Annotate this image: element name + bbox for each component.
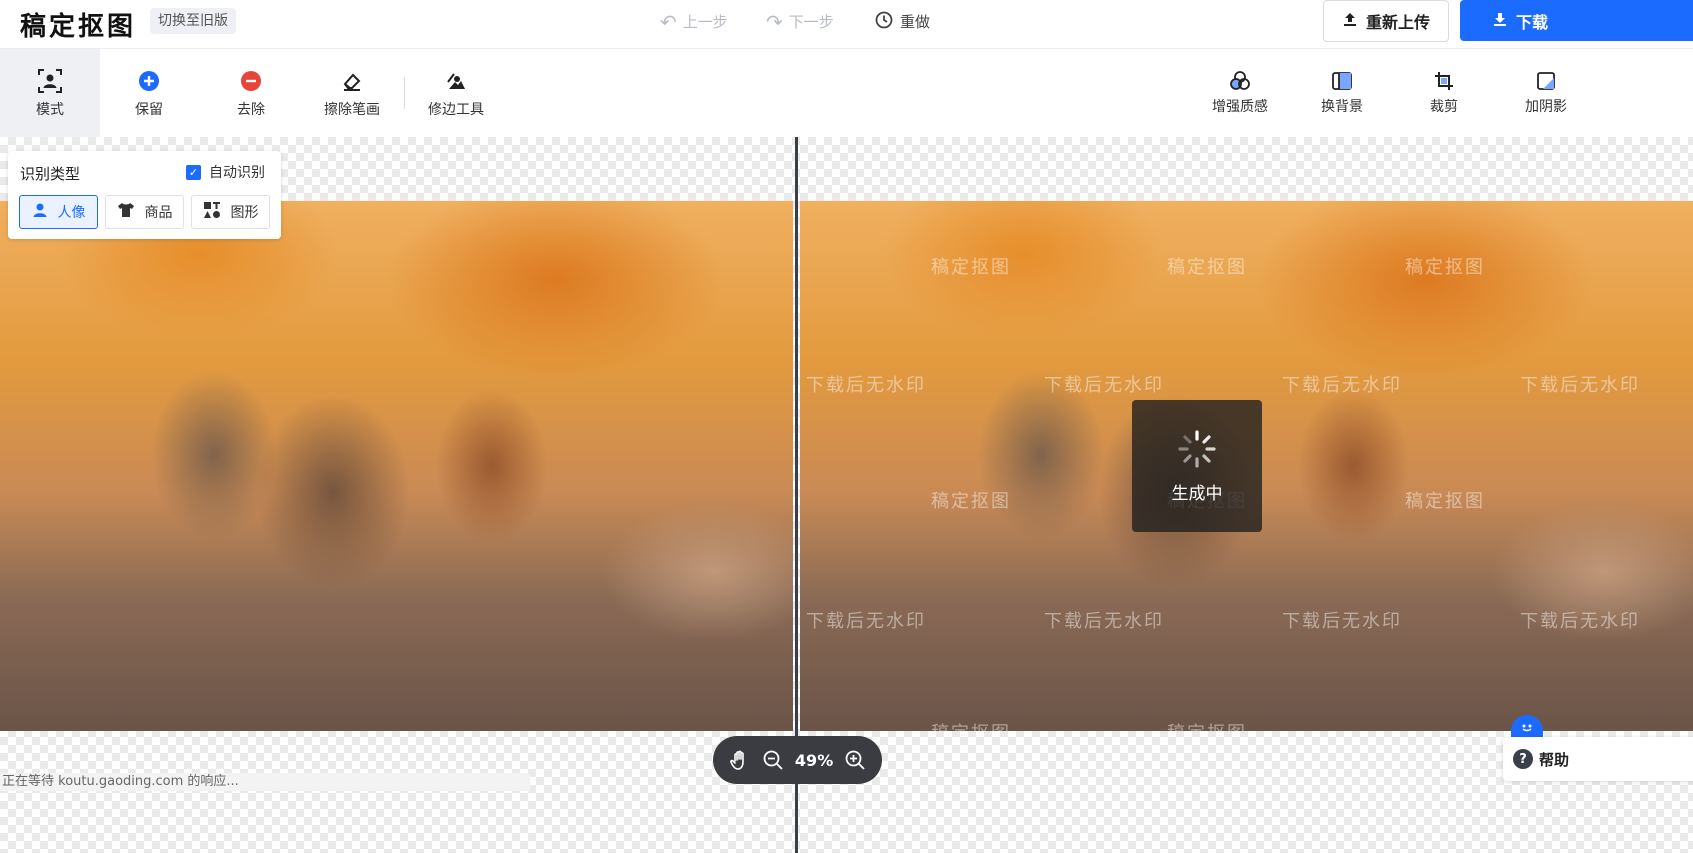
watermark-brand: 稿定抠图 bbox=[1405, 257, 1485, 278]
original-photo bbox=[0, 201, 793, 731]
chat-assistant-icon[interactable] bbox=[1511, 715, 1543, 739]
zoom-in-icon[interactable] bbox=[844, 749, 866, 771]
tool-shadow-label: 加阴影 bbox=[1525, 99, 1567, 115]
eraser-icon bbox=[341, 67, 363, 95]
tool-crop-label: 裁剪 bbox=[1430, 99, 1458, 115]
watermark-note: 下载后无水印 bbox=[1044, 375, 1164, 396]
watermark-note: 下载后无水印 bbox=[806, 375, 926, 396]
tool-enhance[interactable]: 增强质感 bbox=[1195, 49, 1285, 137]
category-graphic[interactable]: 图形 bbox=[191, 195, 270, 229]
watermark-note: 下载后无水印 bbox=[806, 611, 926, 632]
watermark-brand: 稿定抠图 bbox=[931, 719, 1011, 731]
tool-mode-label: 模式 bbox=[36, 102, 64, 118]
brand-logo: 稿定抠图 bbox=[20, 12, 137, 42]
shadow-icon bbox=[1535, 70, 1557, 96]
edge-tool-icon bbox=[445, 67, 467, 95]
editor-canvas[interactable]: 稿定抠图 稿定抠图 稿定抠图 下载后无水印 下载后无水印 下载后无水印 下载后无… bbox=[0, 137, 1693, 853]
watermark-note: 下载后无水印 bbox=[1044, 611, 1164, 632]
top-bar: 稿定抠图 切换至旧版 ↶ 上一步 ↷ 下一步 重做 重新上传 下载 bbox=[0, 0, 1693, 49]
checkmark-icon: ✓ bbox=[186, 164, 201, 180]
next-step-button[interactable]: ↷ 下一步 bbox=[766, 10, 834, 34]
tool-eraser-label: 擦除笔画 bbox=[324, 102, 380, 118]
identify-type-panel: 识别类型 ✓ 自动识别 人像 商品 图形 bbox=[8, 151, 281, 239]
reupload-label: 重新上传 bbox=[1365, 13, 1430, 32]
tool-background-label: 换背景 bbox=[1321, 99, 1363, 115]
undo-label: 上一步 bbox=[682, 13, 728, 31]
redo-button[interactable]: 重做 bbox=[874, 10, 930, 34]
zoom-out-icon[interactable] bbox=[762, 749, 784, 771]
tool-remove-label: 去除 bbox=[237, 102, 265, 118]
minus-circle-icon bbox=[240, 67, 262, 95]
forward-icon: ↷ bbox=[766, 10, 783, 34]
history-icon bbox=[874, 10, 894, 35]
question-icon: ? bbox=[1513, 749, 1533, 769]
tshirt-icon bbox=[117, 202, 135, 222]
generating-overlay: 生成中 bbox=[1132, 400, 1262, 532]
tool-remove[interactable]: 去除 bbox=[201, 49, 301, 137]
auto-identify-label: 自动识别 bbox=[209, 165, 265, 181]
watermark-note: 下载后无水印 bbox=[1282, 611, 1402, 632]
category-product[interactable]: 商品 bbox=[105, 195, 184, 229]
category-graphic-label: 图形 bbox=[230, 205, 259, 221]
switch-old-version-button[interactable]: 切换至旧版 bbox=[150, 8, 236, 34]
watermark-note: 下载后无水印 bbox=[1282, 375, 1402, 396]
toolbar-divider bbox=[404, 77, 405, 109]
generating-label: 生成中 bbox=[1171, 483, 1223, 504]
reupload-button[interactable]: 重新上传 bbox=[1323, 0, 1449, 42]
category-portrait-label: 人像 bbox=[57, 205, 86, 221]
person-icon bbox=[32, 202, 48, 222]
identify-type-title: 识别类型 bbox=[20, 165, 81, 183]
zoom-controls: 49% bbox=[713, 736, 882, 784]
help-label: 帮助 bbox=[1539, 750, 1570, 769]
category-portrait[interactable]: 人像 bbox=[19, 195, 98, 229]
tool-enhance-label: 增强质感 bbox=[1212, 99, 1268, 115]
hand-pan-icon[interactable] bbox=[729, 749, 751, 771]
category-product-label: 商品 bbox=[144, 205, 173, 221]
zoom-level: 49% bbox=[794, 750, 834, 770]
tool-mode[interactable]: 模式 bbox=[0, 49, 100, 137]
tool-eraser[interactable]: 擦除笔画 bbox=[302, 49, 402, 137]
watermark-brand: 稿定抠图 bbox=[931, 491, 1011, 512]
help-button[interactable]: ? 帮助 bbox=[1503, 737, 1693, 781]
plus-circle-icon bbox=[138, 67, 160, 95]
watermark-note: 下载后无水印 bbox=[1520, 375, 1640, 396]
tool-keep-label: 保留 bbox=[135, 102, 163, 118]
portrait-mode-icon bbox=[37, 67, 63, 95]
tool-bar: 模式 保留 去除 擦除笔画 修边工具 增强质感 换背景 裁剪 加阴影 bbox=[0, 49, 1693, 137]
tool-shadow[interactable]: 加阴影 bbox=[1501, 49, 1591, 137]
watermark-brand: 稿定抠图 bbox=[1167, 719, 1247, 731]
watermark-note: 下载后无水印 bbox=[1520, 611, 1640, 632]
loading-spinner-icon bbox=[1178, 429, 1216, 468]
enhance-icon bbox=[1229, 70, 1251, 96]
download-button[interactable]: 下载 bbox=[1460, 0, 1693, 41]
download-icon bbox=[1492, 11, 1508, 31]
auto-identify-checkbox[interactable]: ✓ 自动识别 bbox=[186, 162, 265, 182]
shapes-icon bbox=[203, 201, 221, 223]
watermark-brand: 稿定抠图 bbox=[1405, 491, 1485, 512]
crop-icon bbox=[1433, 70, 1455, 96]
browser-status-bar: 正在等待 koutu.gaoding.com 的响应... bbox=[0, 773, 530, 791]
tool-background[interactable]: 换背景 bbox=[1297, 49, 1387, 137]
upload-icon bbox=[1342, 11, 1358, 31]
redo-label: 重做 bbox=[900, 13, 931, 31]
background-icon bbox=[1331, 70, 1353, 96]
next-step-label: 下一步 bbox=[788, 13, 834, 31]
undo-button[interactable]: ↶ 上一步 bbox=[660, 10, 728, 34]
tool-keep[interactable]: 保留 bbox=[99, 49, 199, 137]
watermark-brand: 稿定抠图 bbox=[931, 257, 1011, 278]
watermark-brand: 稿定抠图 bbox=[1167, 257, 1247, 278]
tool-crop[interactable]: 裁剪 bbox=[1399, 49, 1489, 137]
download-label: 下载 bbox=[1516, 12, 1549, 32]
tool-edge-label: 修边工具 bbox=[428, 102, 484, 118]
undo-icon: ↶ bbox=[660, 10, 677, 34]
tool-edge[interactable]: 修边工具 bbox=[406, 49, 506, 137]
